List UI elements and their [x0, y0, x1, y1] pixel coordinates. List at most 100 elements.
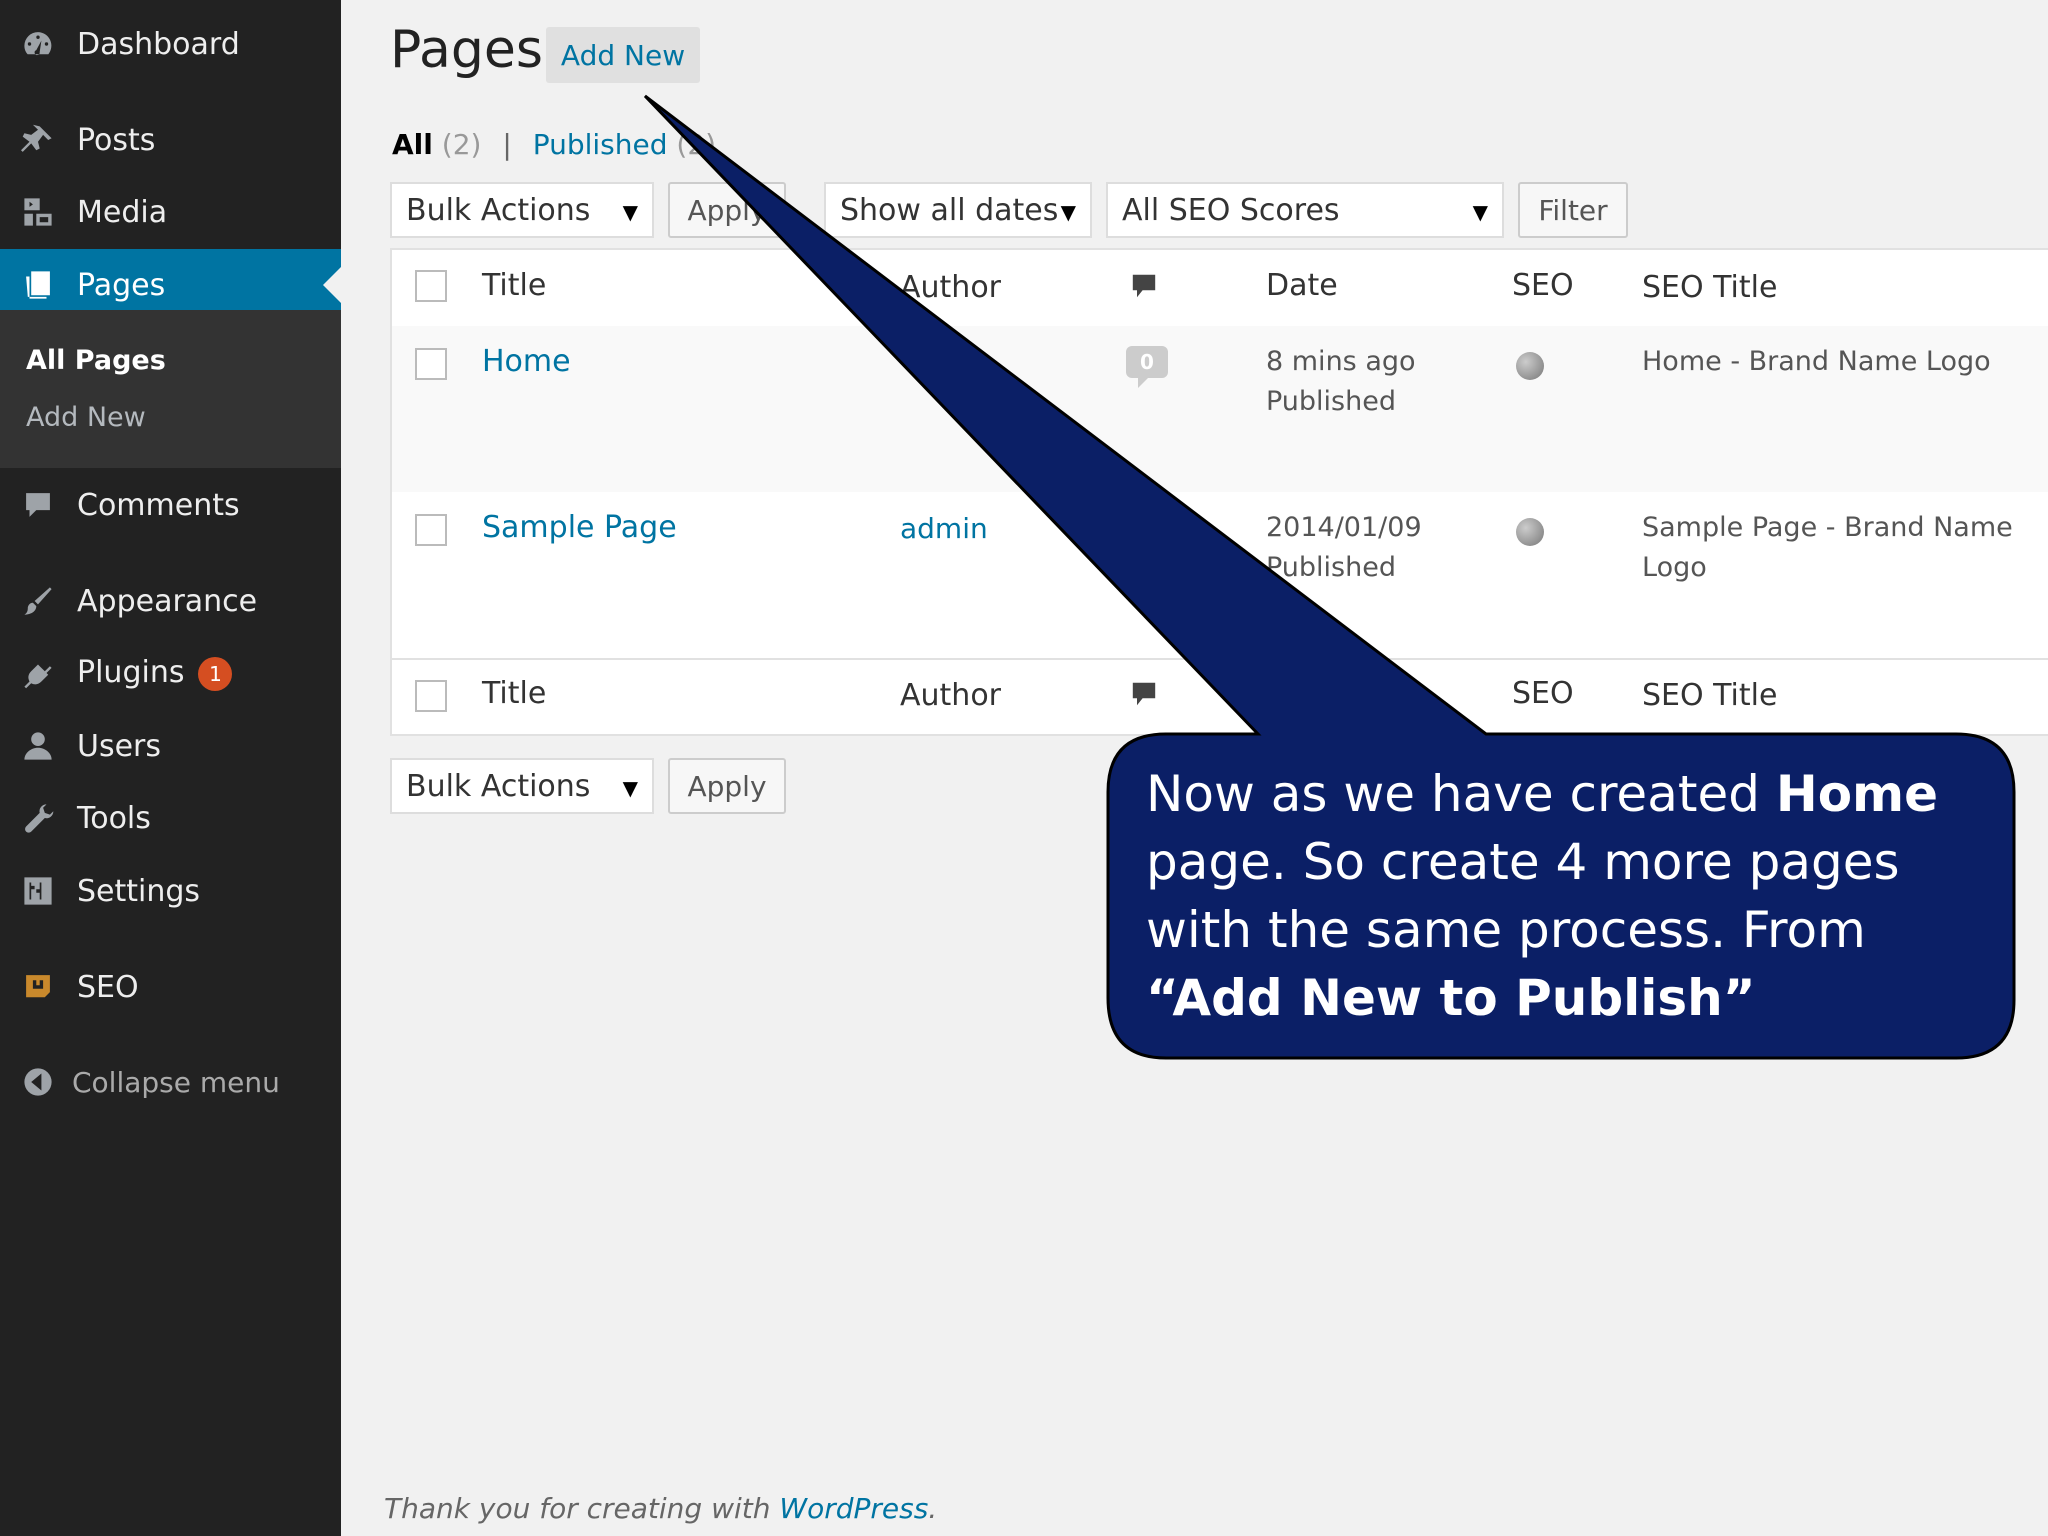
- column-author: Author: [900, 678, 1002, 713]
- pin-icon: [20, 122, 56, 158]
- select-value: Bulk Actions: [406, 768, 591, 804]
- menu-label: Pages: [77, 267, 166, 303]
- menu-media[interactable]: Media: [0, 182, 341, 242]
- menu-label: Plugins 1: [77, 655, 233, 691]
- column-seo-title[interactable]: SEO Title: [1642, 270, 1777, 305]
- menu-posts[interactable]: Posts: [0, 110, 341, 170]
- plugins-label: Plugins: [77, 655, 185, 691]
- bulk-actions-select-bottom[interactable]: Bulk Actions ▼: [390, 758, 654, 814]
- comment-count-bubble[interactable]: 0: [1126, 346, 1168, 388]
- select-value: All SEO Scores: [1122, 192, 1340, 228]
- seo-score-select[interactable]: All SEO Scores ▼: [1106, 182, 1504, 238]
- settings-sliders-icon: [20, 873, 56, 909]
- menu-appearance[interactable]: Appearance: [0, 571, 341, 631]
- callout-bold-add-new: “Add New to Publish”: [1146, 969, 1756, 1027]
- apply-button[interactable]: Apply: [668, 182, 786, 238]
- paintbrush-icon: [20, 583, 56, 619]
- footer-end: .: [928, 1492, 938, 1525]
- select-value: Bulk Actions: [406, 192, 591, 228]
- author-link[interactable]: admin: [900, 512, 988, 545]
- seo-title-cell: Sample Page - Brand Name Logo: [1642, 512, 2013, 583]
- admin-footer: Thank you for creating with WordPress.: [384, 1492, 937, 1525]
- pages-icon: [20, 267, 56, 303]
- menu-label: Comments: [77, 487, 240, 523]
- user-icon: [20, 728, 56, 764]
- filter-button[interactable]: Filter: [1518, 182, 1628, 238]
- filter-published-count: (2): [676, 128, 717, 161]
- plugin-icon: [20, 655, 56, 691]
- menu-label: Media: [77, 194, 168, 230]
- filter-published-link[interactable]: Published: [533, 128, 668, 161]
- menu-label: Tools: [77, 800, 151, 836]
- status-value: Published: [1266, 386, 1396, 417]
- table-row: Sample Page admin 2014/01/09 Published S…: [392, 492, 2048, 658]
- dropdown-caret-icon: ▼: [1060, 200, 1076, 224]
- comments-column-icon: [1132, 682, 1156, 706]
- column-seo-title[interactable]: SEO Title: [1642, 678, 1777, 713]
- filter-all-count: (2): [441, 128, 482, 161]
- seo-plugin-icon: [20, 969, 56, 1005]
- page-title-link[interactable]: Sample Page: [482, 510, 677, 545]
- menu-settings[interactable]: Settings: [0, 861, 341, 921]
- menu-label: Collapse menu: [72, 1065, 280, 1099]
- collapse-arrow-icon: [20, 1064, 56, 1100]
- submenu-all-pages[interactable]: All Pages: [26, 345, 166, 376]
- menu-users[interactable]: Users: [0, 716, 341, 776]
- menu-label: Appearance: [77, 583, 258, 619]
- comments-column-icon: [1132, 274, 1156, 298]
- menu-plugins[interactable]: Plugins 1: [0, 643, 341, 703]
- status-value: Published: [1266, 552, 1396, 583]
- menu-comments[interactable]: Comments: [0, 475, 341, 535]
- media-icon: [20, 194, 56, 230]
- admin-sidebar: Dashboard Posts Media Pages All Pages Ad…: [0, 0, 341, 1536]
- pages-table: Title Author Date SEO SEO Title Home 0 8…: [390, 248, 2048, 736]
- submenu-add-new[interactable]: Add New: [26, 402, 146, 433]
- date-filter-select[interactable]: Show all dates ▼: [824, 182, 1092, 238]
- menu-label: SEO: [77, 969, 139, 1005]
- column-author: Author: [900, 270, 1002, 305]
- menu-label: Users: [77, 728, 162, 764]
- column-title[interactable]: Title: [482, 676, 546, 711]
- callout-bold-home: Home: [1775, 765, 1939, 823]
- page-title-link[interactable]: Home: [482, 344, 571, 379]
- date-cell: 8 mins ago Published: [1266, 342, 1416, 422]
- callout-text: Now as we have created Home page. So cre…: [1146, 760, 1976, 1032]
- pages-submenu: All Pages Add New: [0, 310, 341, 468]
- menu-dashboard[interactable]: Dashboard: [0, 14, 341, 74]
- wrench-icon: [20, 800, 56, 836]
- menu-seo[interactable]: SEO: [0, 957, 341, 1017]
- callout-text-2: page. So create 4 more pages with the sa…: [1146, 833, 1900, 959]
- update-count-badge: 1: [198, 656, 233, 691]
- bulk-actions-select[interactable]: Bulk Actions ▼: [390, 182, 654, 238]
- menu-label: Settings: [77, 873, 201, 909]
- date-cell: 2014/01/09 Published: [1266, 508, 1422, 588]
- menu-label: Posts: [77, 122, 156, 158]
- row-checkbox[interactable]: [415, 514, 447, 546]
- add-new-page-button[interactable]: Add New: [546, 27, 700, 83]
- current-menu-arrow: [323, 267, 341, 303]
- select-all-checkbox[interactable]: [415, 270, 447, 302]
- filter-separator: |: [502, 128, 512, 161]
- column-title[interactable]: Title: [482, 268, 546, 303]
- column-seo[interactable]: SEO: [1512, 676, 1574, 711]
- callout-text-1: Now as we have created: [1146, 765, 1776, 823]
- status-filter-links: All (2) | Published (2): [392, 128, 716, 161]
- table-footer-row: Title Author SEO SEO Title: [392, 658, 2048, 736]
- seo-score-dot: [1516, 352, 1544, 380]
- apply-button-bottom[interactable]: Apply: [668, 758, 786, 814]
- menu-label: Dashboard: [77, 26, 240, 62]
- menu-tools[interactable]: Tools: [0, 788, 341, 848]
- select-all-checkbox[interactable]: [415, 680, 447, 712]
- date-value: 2014/01/09: [1266, 512, 1422, 543]
- dashboard-icon: [20, 26, 56, 62]
- footer-text: Thank you for creating with: [384, 1492, 780, 1525]
- filter-all-link[interactable]: All: [392, 128, 433, 161]
- column-seo[interactable]: SEO: [1512, 268, 1574, 303]
- column-date[interactable]: Date: [1266, 268, 1338, 303]
- select-value: Show all dates: [840, 192, 1059, 228]
- table-header-row: Title Author Date SEO SEO Title: [392, 250, 2048, 328]
- row-checkbox[interactable]: [415, 348, 447, 380]
- wordpress-link[interactable]: WordPress: [779, 1492, 928, 1525]
- collapse-menu-button[interactable]: Collapse menu: [0, 1052, 341, 1112]
- page-title: Pages: [390, 20, 543, 80]
